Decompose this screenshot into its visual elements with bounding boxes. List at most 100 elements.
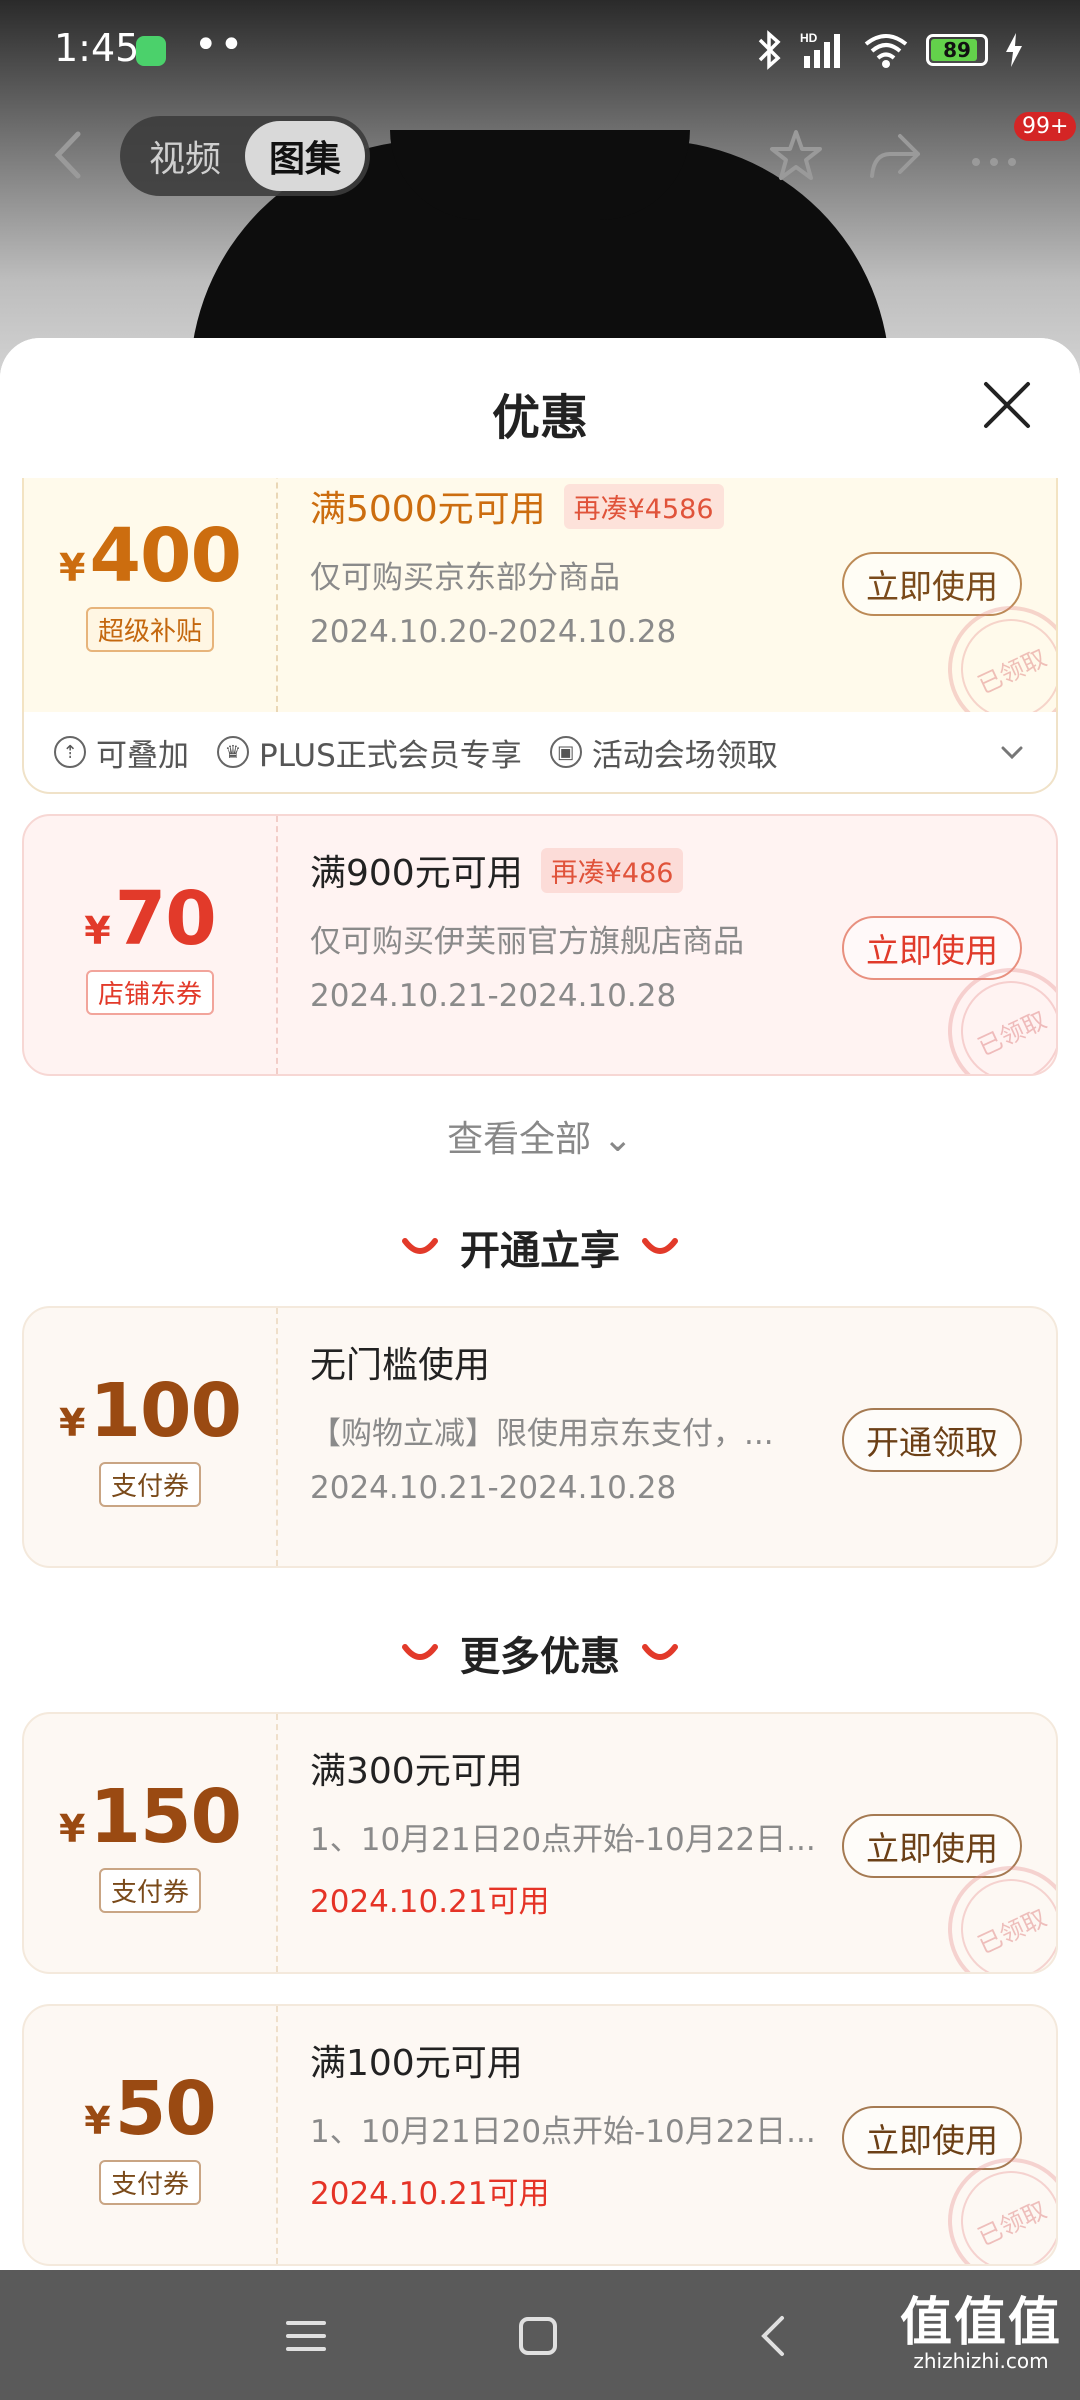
favorite-star-icon[interactable] [766, 126, 826, 186]
coupon-description: 仅可购买京东部分商品 [310, 560, 620, 596]
system-back-icon[interactable] [744, 2306, 804, 2366]
chevron-down-icon: ⌄ [602, 1119, 633, 1160]
coupon-card: ¥70 店铺东券 满900元可用 再凑¥486 仅可购买伊芙丽官方旗舰店商品 20… [22, 814, 1058, 1076]
coupon-card: ¥400 超级补贴 满5000元可用 再凑¥4586 仅可购买京东部分商品 202… [22, 452, 1058, 714]
close-icon[interactable] [978, 376, 1036, 434]
more-options-icon[interactable] [964, 126, 1024, 186]
use-now-button[interactable]: 立即使用 [842, 552, 1022, 616]
activate-claim-button[interactable]: 开通领取 [842, 1408, 1022, 1472]
coupon-currency: ¥ [59, 545, 86, 590]
coupon-validity: 2024.10.21可用 [310, 1884, 550, 1920]
benefit-label: 可叠加 [96, 737, 189, 774]
watermark: 值值值 zhizhizhi.com [900, 2280, 1062, 2373]
coupon-description: 仅可购买伊芙丽官方旗舰店商品 [310, 924, 744, 960]
benefit-label: PLUS正式会员专享 [259, 737, 522, 774]
coupon-type: 支付券 [98, 1461, 201, 1507]
coupon-validity: 2024.10.20-2024.10.28 [310, 614, 677, 650]
menu-icon[interactable] [276, 2306, 336, 2366]
section-title-open: 开通立享 [0, 1218, 1080, 1276]
cellular-signal-icon: HD [800, 31, 840, 68]
coupon-currency: ¥ [84, 2098, 111, 2143]
back-icon[interactable] [44, 128, 94, 182]
coupon-card: ¥150 支付券 满300元可用 1、10月21日20点开始-10月22日...… [22, 1712, 1058, 1974]
status-time: 1:45 [54, 26, 140, 70]
battery-icon: 89 [926, 34, 988, 66]
section-title-label: 开通立享 [460, 1228, 620, 1274]
sheet-title: 优惠 [491, 390, 588, 446]
coupon-value: ¥400 超级补贴 [24, 452, 278, 712]
media-tab-switch: 视频 图集 [120, 116, 370, 196]
coupon-description: 1、10月21日20点开始-10月22日... [310, 1822, 816, 1858]
chevron-down-icon [1001, 746, 1023, 760]
coupon-condition: 无门槛使用 [310, 1345, 491, 1386]
coupon-condition: 满100元可用 [310, 2043, 523, 2084]
notification-app-icon [136, 36, 166, 66]
coupon-validity: 2024.10.21可用 [310, 2176, 550, 2212]
section-title-more: 更多优惠 [0, 1624, 1080, 1682]
coupon-amount: 150 [89, 1773, 241, 1860]
coupon-amount: 100 [89, 1367, 241, 1454]
svg-text:HD: HD [800, 31, 818, 45]
coupon-info: 无门槛使用 【购物立减】限使用京东支付，... 2024.10.21-2024.… [310, 1308, 1056, 1566]
crown-icon: ♛ [217, 736, 249, 768]
smile-accent-icon [402, 1238, 438, 1254]
coupon-condition: 满300元可用 [310, 1751, 523, 1792]
coupon-validity: 2024.10.21-2024.10.28 [310, 1470, 677, 1506]
benefit-venue: ▣ 活动会场领取 [549, 730, 778, 775]
view-all-link[interactable]: 查看全部 ⌄ [0, 1110, 1080, 1162]
watermark-url: zhizhizhi.com [913, 2349, 1049, 2373]
coupon-description: 1、10月21日20点开始-10月22日... [310, 2114, 816, 2150]
coupon-gap-tag: 再凑¥4586 [563, 483, 724, 529]
wifi-icon [864, 34, 908, 68]
coupon-amount: 400 [89, 512, 241, 599]
status-more-dots: •• [194, 22, 246, 68]
share-icon[interactable] [864, 126, 924, 186]
benefit-plus-member: ♛ PLUS正式会员专享 [217, 730, 522, 775]
coupon-currency: ¥ [59, 1806, 86, 1851]
coupon-info: 满100元可用 1、10月21日20点开始-10月22日... 2024.10.… [310, 2006, 1056, 2264]
coupon-value: ¥50 支付券 [24, 2006, 278, 2264]
coupon-condition: 满900元可用 [310, 853, 523, 894]
stack-icon: ⇡ [54, 736, 86, 768]
coupon-gap-tag: 再凑¥486 [540, 847, 684, 893]
coupon-validity: 2024.10.21-2024.10.28 [310, 978, 677, 1014]
coupon-info: 满5000元可用 再凑¥4586 仅可购买京东部分商品 2024.10.20-20… [310, 452, 1056, 712]
coupon-currency: ¥ [84, 908, 111, 953]
system-nav-bar: 值值值 zhizhizhi.com [0, 2270, 1080, 2400]
coupon-value: ¥100 支付券 [24, 1308, 278, 1566]
coupon-value: ¥70 店铺东券 [24, 816, 278, 1074]
message-badge: 99+ [1014, 112, 1077, 141]
coupon-amount: 70 [114, 875, 217, 962]
coupon-card: ¥50 支付券 满100元可用 1、10月21日20点开始-10月22日... … [22, 2004, 1058, 2266]
section-title-label: 更多优惠 [460, 1634, 620, 1680]
coupon-type: 超级补贴 [85, 606, 214, 652]
coupon-currency: ¥ [59, 1400, 86, 1445]
bluetooth-icon [758, 30, 781, 70]
smile-accent-icon [642, 1644, 678, 1660]
battery-percent: 89 [943, 38, 971, 62]
coupon-benefits-row[interactable]: ⇡ 可叠加 ♛ PLUS正式会员专享 ▣ 活动会场领取 [22, 712, 1058, 794]
coupon-card: ¥100 支付券 无门槛使用 【购物立减】限使用京东支付，... 2024.10… [22, 1306, 1058, 1568]
smile-accent-icon [642, 1238, 678, 1254]
tab-gallery[interactable]: 图集 [245, 121, 365, 191]
coupon-info: 满300元可用 1、10月21日20点开始-10月22日... 2024.10.… [310, 1714, 1056, 1972]
coupon-value: ¥150 支付券 [24, 1714, 278, 1972]
coupon-type: 支付券 [98, 1867, 201, 1913]
coupon-type: 支付券 [98, 2159, 201, 2205]
view-all-label: 查看全部 [447, 1119, 592, 1160]
tab-video[interactable]: 视频 [125, 121, 245, 191]
home-square-icon[interactable] [508, 2306, 568, 2366]
charging-bolt-icon [1006, 33, 1022, 67]
sheet-header: 优惠 [0, 338, 1080, 478]
smile-accent-icon [402, 1644, 438, 1660]
coupon-condition: 满5000元可用 [310, 489, 546, 530]
watermark-logo-text: 值值值 [899, 2293, 1062, 2353]
product-top-nav: 视频 图集 99+ [0, 110, 1080, 200]
coupon-description: 【购物立减】限使用京东支付，... [310, 1416, 774, 1452]
coupon-sheet: 优惠 ¥400 超级补贴 满5000元可用 再凑¥4586 仅可购买京东部分商品 … [0, 338, 1080, 2270]
ticket-icon: ▣ [549, 736, 582, 768]
coupon-type: 店铺东券 [85, 969, 214, 1015]
benefit-stackable: ⇡ 可叠加 [54, 730, 189, 775]
benefit-label: 活动会场领取 [591, 737, 778, 774]
status-bar: 1:45 •• HD 89 [0, 0, 1080, 100]
